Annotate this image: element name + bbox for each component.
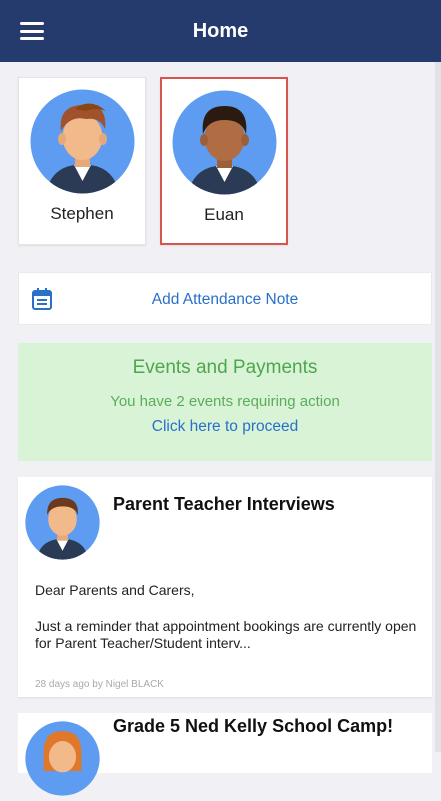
- news-card[interactable]: Grade 5 Ned Kelly School Camp!: [18, 713, 432, 796]
- proceed-link[interactable]: Click here to proceed: [18, 418, 432, 436]
- page-title: Home: [192, 20, 249, 42]
- scrollbar-track: [435, 62, 441, 752]
- events-status: You have 2 events requiring action: [110, 393, 340, 410]
- author-avatar: [25, 485, 100, 560]
- add-attendance-note-button[interactable]: Add Attendance Note: [18, 272, 432, 325]
- news-body: Just a reminder that appointment booking…: [35, 618, 417, 651]
- news-greeting: Dear Parents and Carers,: [35, 582, 195, 598]
- top-app-bar: Home: [0, 0, 441, 62]
- student-name: Stephen: [50, 204, 114, 223]
- events-payments-panel[interactable]: Events and Payments You have 2 events re…: [18, 343, 432, 461]
- attendance-label: Add Attendance Note: [151, 291, 299, 308]
- avatar: [172, 90, 277, 195]
- author-avatar: [25, 721, 100, 796]
- student-card-euan[interactable]: Euan: [160, 77, 288, 245]
- avatar: [30, 89, 135, 194]
- news-card[interactable]: Parent Teacher Interviews Dear Parents a…: [18, 477, 432, 697]
- news-title: Parent Teacher Interviews: [113, 494, 335, 514]
- news-title: Grade 5 Ned Kelly School Camp!: [113, 716, 394, 736]
- student-name: Euan: [204, 205, 244, 224]
- news-meta: 28 days ago by Nigel BLACK: [35, 679, 164, 690]
- events-heading: Events and Payments: [132, 357, 318, 378]
- student-card-stephen[interactable]: Stephen: [18, 77, 146, 245]
